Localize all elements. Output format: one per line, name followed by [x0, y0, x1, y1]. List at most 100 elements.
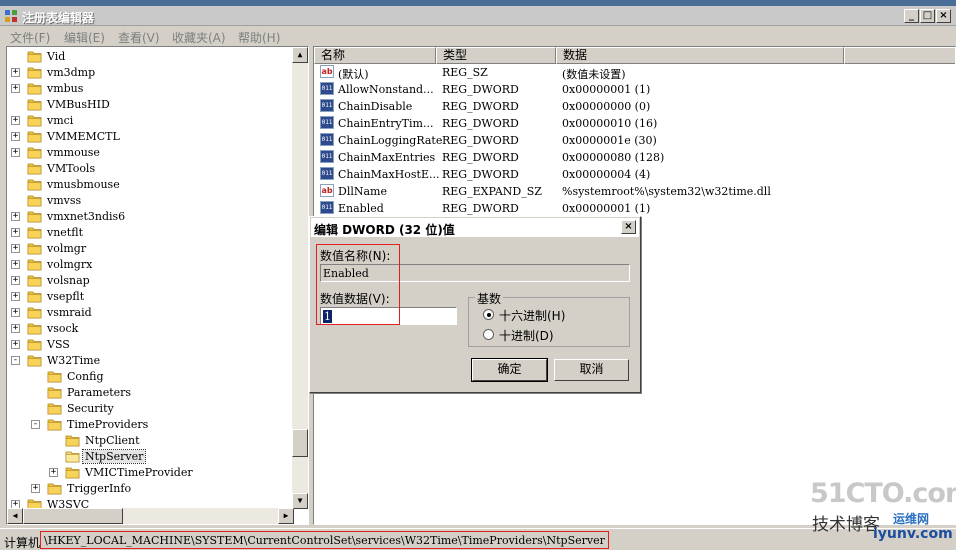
value-row[interactable]: 011 ChainEntryTim... REG_DWORD 0x00000010 (… [314, 115, 954, 132]
folder-icon [27, 323, 42, 335]
expand-icon[interactable]: + [11, 292, 20, 301]
menu-favorites[interactable]: 收藏夹(A) [172, 29, 226, 46]
scroll-left-arrow-icon[interactable]: ◀ [7, 508, 23, 524]
expand-icon[interactable]: + [11, 68, 20, 77]
tree-item-label: TriggerInfo [67, 482, 132, 495]
hex-radio-label[interactable]: 十六进制(H) [499, 307, 565, 324]
tree-item[interactable]: Security [7, 401, 294, 417]
tree-item-label: vsepflt [47, 290, 85, 303]
value-row[interactable]: 011 ChainMaxHostE... REG_DWORD 0x00000004 (… [314, 166, 954, 183]
tree-item[interactable]: VMTools [7, 161, 294, 177]
expand-icon[interactable]: + [11, 276, 20, 285]
menu-help[interactable]: 帮助(H) [238, 29, 280, 46]
expand-icon[interactable]: + [49, 468, 58, 477]
hex-radio[interactable] [483, 309, 494, 320]
expand-icon[interactable]: + [11, 244, 20, 253]
expand-icon[interactable]: + [11, 148, 20, 157]
base-label: 基数 [475, 290, 504, 307]
expand-icon[interactable]: + [11, 132, 20, 141]
value-type: REG_SZ [442, 66, 488, 79]
tree-item-label: vnetflt [47, 226, 83, 239]
tree-item[interactable]: Parameters [7, 385, 294, 401]
tree-item[interactable]: - W32Time [7, 353, 294, 369]
tree-horizontal-scrollbar[interactable]: ◀ ▶ [7, 508, 294, 524]
tree-item[interactable]: vmvss [7, 193, 294, 209]
value-row[interactable]: 011 ChainDisable REG_DWORD 0x00000000 (0) [314, 98, 954, 115]
value-row[interactable]: 011 Enabled REG_DWORD 0x00000001 (1) [314, 200, 954, 217]
tree-vertical-scrollbar[interactable]: ▲ ▼ [292, 47, 308, 509]
tree-item[interactable]: + VMMEMCTL [7, 129, 294, 145]
tree-item[interactable]: NtpServer [7, 449, 294, 465]
dword-value-icon: 011 [320, 133, 334, 146]
value-row[interactable]: 011 AllowNonstand... REG_DWORD 0x00000001 (… [314, 81, 954, 98]
value-name: ChainMaxEntries [338, 151, 436, 164]
key-tree[interactable]: Vid + vm3dmp + vmbus VMBusHID + vmci + VMMEMCTL + v… [6, 46, 309, 525]
tree-item[interactable]: + TriggerInfo [7, 481, 294, 497]
dec-radio[interactable] [483, 329, 494, 340]
tree-item[interactable]: + vmmouse [7, 145, 294, 161]
tree-item[interactable]: + volmgrx [7, 257, 294, 273]
expand-icon[interactable]: + [11, 308, 20, 317]
edit-dword-dialog: 编辑 DWORD (32 位)值 × 数值名称(N): Enabled 数值数据… [309, 216, 641, 393]
tree-item[interactable]: + vmci [7, 113, 294, 129]
ok-button[interactable]: 确定 [471, 358, 548, 382]
folder-icon [27, 83, 42, 95]
tree-item[interactable]: - TimeProviders [7, 417, 294, 433]
column-header-name[interactable]: 名称 [314, 47, 436, 64]
expand-icon[interactable]: + [31, 484, 40, 493]
expand-icon[interactable]: + [11, 212, 20, 221]
column-header-type[interactable]: 类型 [436, 47, 556, 64]
tree-item-label: Config [67, 370, 104, 383]
dec-radio-label[interactable]: 十进制(D) [499, 327, 554, 344]
value-row[interactable]: 011 ChainMaxEntries REG_DWORD 0x00000080 (1… [314, 149, 954, 166]
value-type: REG_DWORD [442, 117, 519, 130]
minimize-button[interactable]: _ [904, 9, 919, 23]
expand-icon[interactable]: + [11, 260, 20, 269]
tree-item[interactable]: + vmxnet3ndis6 [7, 209, 294, 225]
expand-icon[interactable]: + [11, 228, 20, 237]
folder-icon [27, 115, 42, 127]
column-header-data[interactable]: 数据 [556, 47, 844, 64]
tree-item[interactable]: + vnetflt [7, 225, 294, 241]
tree-item[interactable]: + vsock [7, 321, 294, 337]
menu-edit[interactable]: 编辑(E) [64, 29, 105, 46]
expand-icon[interactable]: + [11, 84, 20, 93]
tree-item-label: vmvss [47, 194, 82, 207]
close-button[interactable]: × [936, 9, 951, 23]
tree-item[interactable]: + vmbus [7, 81, 294, 97]
cancel-button[interactable]: 取消 [554, 359, 629, 381]
dialog-close-button[interactable]: × [621, 220, 636, 234]
tree-item[interactable]: + VMICTimeProvider [7, 465, 294, 481]
menu-file[interactable]: 文件(F) [10, 29, 50, 46]
tree-item[interactable]: + volsnap [7, 273, 294, 289]
value-row[interactable]: ab (默认) REG_SZ (数值未设置) [314, 64, 954, 81]
scroll-up-arrow-icon[interactable]: ▲ [292, 47, 308, 63]
value-name: ChainEntryTim... [338, 117, 434, 130]
tree-item[interactable]: Vid [7, 49, 294, 65]
value-row[interactable]: ab DllName REG_EXPAND_SZ %systemroot%\syste… [314, 183, 954, 200]
menu-view[interactable]: 查看(V) [118, 29, 160, 46]
tree-item[interactable]: VMBusHID [7, 97, 294, 113]
expand-icon[interactable]: + [11, 324, 20, 333]
hscroll-thumb[interactable] [23, 508, 123, 524]
value-data: (数值未设置) [562, 68, 626, 81]
tree-item[interactable]: + vsepflt [7, 289, 294, 305]
tree-item[interactable]: + VSS [7, 337, 294, 353]
tree-item[interactable]: Config [7, 369, 294, 385]
tree-item[interactable]: + vm3dmp [7, 65, 294, 81]
tree-item[interactable]: vmusbmouse [7, 177, 294, 193]
scroll-thumb[interactable] [292, 429, 308, 457]
scroll-down-arrow-icon[interactable]: ▼ [292, 493, 308, 509]
tree-item[interactable]: + vsmraid [7, 305, 294, 321]
scroll-right-arrow-icon[interactable]: ▶ [278, 508, 294, 524]
value-row[interactable]: 011 ChainLoggingRate REG_DWORD 0x0000001e (… [314, 132, 954, 149]
expand-icon[interactable]: + [11, 116, 20, 125]
tree-item[interactable]: NtpClient [7, 433, 294, 449]
maximize-button[interactable]: □ [920, 9, 935, 23]
expand-icon[interactable]: + [11, 340, 20, 349]
collapse-icon[interactable]: - [31, 420, 40, 429]
tree-item-label: vmmouse [47, 146, 100, 159]
collapse-icon[interactable]: - [11, 356, 20, 365]
tree-item-label: vmci [47, 114, 74, 127]
tree-item[interactable]: + volmgr [7, 241, 294, 257]
